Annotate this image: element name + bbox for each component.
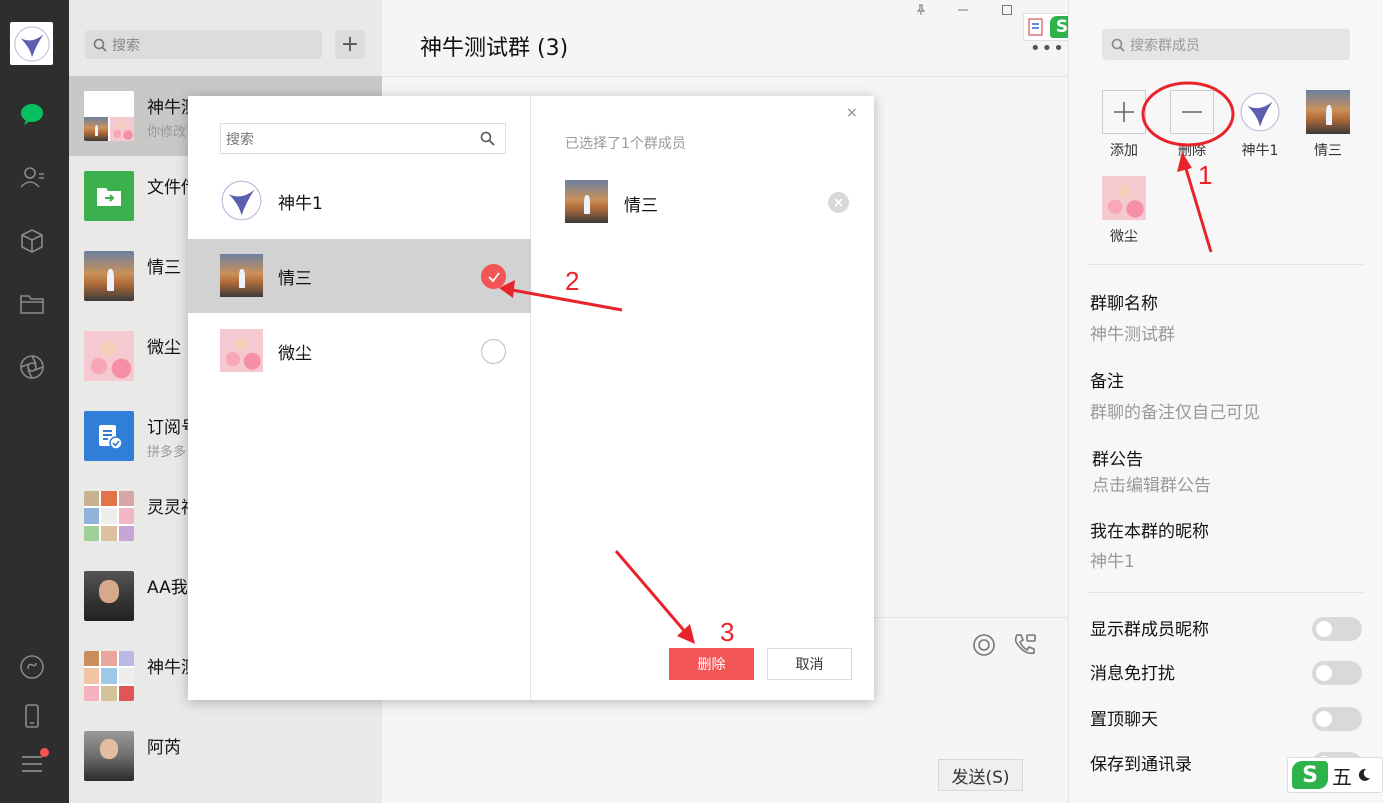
- phone-icon[interactable]: [18, 702, 46, 730]
- subscription-avatar: [84, 411, 134, 461]
- member-avatar: [220, 329, 263, 372]
- search-icon: [480, 131, 495, 146]
- contacts-icon[interactable]: [18, 163, 46, 191]
- chat-icon[interactable]: [18, 100, 46, 128]
- maximize-icon[interactable]: [1001, 4, 1013, 20]
- contact-avatar: [84, 731, 134, 781]
- chat-search-input[interactable]: 搜索: [85, 30, 322, 59]
- search-icon: [1111, 38, 1125, 52]
- member-avatar: [1306, 90, 1350, 134]
- contact-avatar: [84, 571, 134, 621]
- group-info-panel: 搜索群成员 添加 删除 神牛1 情三 微尘 群聊名称 神牛测试群 备注 群聊的备…: [1068, 0, 1383, 803]
- selected-member-avatar: [565, 180, 608, 223]
- minus-icon: [1170, 90, 1214, 134]
- moments-icon[interactable]: [18, 353, 46, 381]
- video-call-icon[interactable]: [1012, 632, 1038, 658]
- my-avatar[interactable]: [10, 22, 53, 65]
- send-button[interactable]: 发送(S): [938, 759, 1023, 791]
- group-avatar: [84, 91, 134, 141]
- toggle-row-mute: 消息免打扰: [1090, 659, 1362, 689]
- search-icon: [93, 38, 107, 52]
- toggle-row-show-nickname: 显示群成员昵称: [1090, 615, 1362, 645]
- member-avatar: [1238, 90, 1282, 134]
- group-name-label: 群聊名称: [1090, 294, 1158, 314]
- folder-icon[interactable]: [18, 290, 46, 318]
- voice-call-icon[interactable]: [971, 632, 997, 658]
- remove-member-button[interactable]: 删除: [1162, 90, 1222, 160]
- pick-item[interactable]: 微尘: [188, 314, 531, 388]
- notice-value[interactable]: 点击编辑群公告: [1092, 471, 1211, 496]
- selected-count: 已选择了1个群成员: [565, 136, 686, 152]
- remove-selected-icon[interactable]: [828, 192, 849, 213]
- more-options-icon[interactable]: •••: [1030, 38, 1065, 59]
- notice-label: 群公告: [1092, 450, 1143, 470]
- bird-logo-icon: [13, 25, 50, 62]
- remark-label: 备注: [1090, 372, 1124, 392]
- remark-value[interactable]: 群聊的备注仅自己可见: [1090, 398, 1260, 423]
- pick-item: 神牛1: [188, 164, 531, 238]
- plus-icon: [1102, 90, 1146, 134]
- ime-doc-icon: [1028, 18, 1043, 36]
- panel-divider: [1088, 264, 1364, 265]
- nickname-label: 我在本群的昵称: [1090, 522, 1209, 542]
- moon-icon: [1358, 768, 1370, 781]
- chat-title: 神牛测试群 (3): [420, 36, 569, 61]
- checkbox-empty-icon[interactable]: [481, 339, 506, 364]
- ime-status-widget[interactable]: S 五: [1287, 757, 1383, 793]
- member-avatar: [220, 179, 263, 222]
- toggle-row-pin: 置顶聊天: [1090, 705, 1362, 735]
- member-item[interactable]: 情三: [1298, 90, 1358, 160]
- add-member-button[interactable]: 添加: [1094, 90, 1154, 160]
- member-item[interactable]: 神牛1: [1230, 90, 1290, 160]
- pick-item[interactable]: 情三: [188, 239, 531, 313]
- contact-avatar: [84, 251, 134, 301]
- member-item[interactable]: 微尘: [1094, 176, 1154, 246]
- close-icon[interactable]: ×: [846, 105, 858, 121]
- annotation-number-3: 3: [720, 617, 735, 647]
- member-avatar: [1102, 176, 1146, 220]
- sogou-logo-icon: S: [1292, 761, 1328, 789]
- nickname-value[interactable]: 神牛1: [1090, 547, 1135, 572]
- group-avatar: [84, 491, 134, 541]
- annotation-number-1: 1: [1198, 160, 1213, 190]
- pin-icon[interactable]: [915, 4, 927, 20]
- add-chat-button[interactable]: +: [335, 30, 365, 59]
- minimize-icon[interactable]: [957, 4, 969, 20]
- contact-avatar: [84, 331, 134, 381]
- chat-item[interactable]: 阿芮: [69, 716, 382, 796]
- group-name-value[interactable]: 神牛测试群: [1090, 320, 1175, 345]
- group-avatar: [84, 651, 134, 701]
- member-avatar: [220, 254, 263, 297]
- mute-toggle[interactable]: [1312, 661, 1362, 685]
- selected-member-name: 情三: [624, 196, 658, 216]
- mini-program-icon[interactable]: [18, 653, 46, 681]
- member-search-input[interactable]: 搜索群成员: [1102, 29, 1350, 60]
- file-transfer-avatar: [84, 171, 134, 221]
- show-nickname-toggle[interactable]: [1312, 617, 1362, 641]
- annotation-number-2: 2: [565, 266, 580, 296]
- notification-dot: [40, 748, 49, 757]
- remove-members-dialog: 搜索 神牛1 情三 微尘 × 已选择了1个群成员 情三 删除 取消: [188, 96, 874, 700]
- checkbox-checked-icon[interactable]: [481, 264, 506, 289]
- cancel-button[interactable]: 取消: [767, 648, 852, 680]
- pin-chat-toggle[interactable]: [1312, 707, 1362, 731]
- member-picker: 搜索 神牛1 情三 微尘: [188, 96, 531, 700]
- left-nav: [0, 0, 69, 803]
- panel-divider: [1088, 592, 1364, 593]
- favorites-cube-icon[interactable]: [18, 227, 46, 255]
- header-divider: [382, 76, 1068, 77]
- dialog-search-input[interactable]: 搜索: [220, 123, 506, 154]
- delete-button[interactable]: 删除: [669, 648, 754, 680]
